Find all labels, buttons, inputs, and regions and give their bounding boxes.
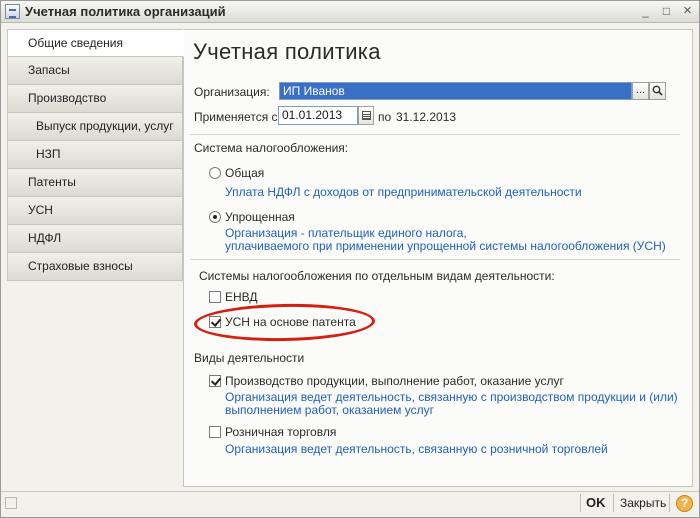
envd-checkbox[interactable] — [209, 291, 221, 303]
organization-label: Организация: — [194, 85, 270, 99]
production-description-1: Организация ведет деятельность, связанну… — [225, 390, 678, 404]
retail-checkbox-label[interactable]: Розничная торговля — [225, 425, 336, 439]
nav-item-wip[interactable]: НЗП — [7, 141, 183, 169]
dialog-window: Учетная политика организаций _ □ × Общие… — [0, 0, 700, 518]
simplified-tax-description-2: уплачиваемого при применении упрощенной … — [225, 239, 666, 253]
radio-general-tax-label[interactable]: Общая — [225, 166, 264, 180]
radio-simplified-tax[interactable] — [209, 211, 221, 223]
nav-item-general[interactable]: Общие сведения — [7, 29, 184, 57]
date-to-value: 31.12.2013 — [396, 110, 457, 124]
help-icon[interactable]: ? — [676, 495, 693, 512]
footer-divider — [580, 494, 581, 512]
close-window-button[interactable]: × — [680, 3, 695, 19]
resize-grip-icon[interactable] — [5, 497, 17, 509]
retail-description: Организация ведет деятельность, связанну… — [225, 442, 608, 456]
maximize-button[interactable]: □ — [659, 4, 674, 19]
ok-button[interactable]: OK — [586, 495, 606, 510]
nav-item-usn[interactable]: УСН — [7, 197, 183, 225]
title-bar[interactable]: Учетная политика организаций _ □ × — [1, 1, 699, 23]
footer-divider — [669, 494, 670, 512]
production-checkbox-label[interactable]: Производство продукции, выполнение работ… — [225, 374, 564, 388]
nav-item-output[interactable]: Выпуск продукции, услуг — [7, 113, 183, 141]
envd-checkbox-label[interactable]: ЕНВД — [225, 290, 258, 304]
general-tax-description: Уплата НДФЛ с доходов от предприниматель… — [225, 185, 582, 199]
organization-field[interactable]: ИП Иванов — [279, 82, 632, 100]
select-organization-button[interactable]: ... — [632, 82, 649, 100]
retail-checkbox[interactable] — [209, 426, 221, 438]
special-systems-label: Системы налогообложения по отдельным вид… — [199, 269, 555, 283]
nav-item-ndfl[interactable]: НДФЛ — [7, 225, 183, 253]
production-description-2: выполнением работ, оказанием услуг — [225, 403, 434, 417]
applies-from-label: Применяется с: — [194, 110, 281, 124]
footer-divider — [613, 494, 614, 512]
page-title: Учетная политика — [193, 39, 381, 64]
activities-label: Виды деятельности — [194, 351, 305, 365]
divider — [190, 134, 680, 135]
radio-general-tax[interactable] — [209, 167, 221, 179]
sidebar-nav: Общие сведения Запасы Производство Выпус… — [7, 29, 184, 281]
tax-system-label: Система налогообложения: — [194, 141, 349, 155]
window-title: Учетная политика организаций — [25, 4, 226, 19]
nav-item-stock[interactable]: Запасы — [7, 57, 183, 85]
minimize-button[interactable]: _ — [638, 4, 653, 19]
date-from-field[interactable]: 01.01.2013 — [278, 106, 358, 125]
radio-simplified-tax-label[interactable]: Упрощенная — [225, 210, 295, 224]
production-checkbox[interactable] — [209, 375, 221, 387]
divider — [190, 259, 680, 260]
nav-item-production[interactable]: Производство — [7, 85, 183, 113]
calendar-icon[interactable] — [358, 106, 374, 125]
search-icon[interactable] — [649, 82, 666, 100]
app-icon — [5, 4, 20, 19]
nav-item-insurance[interactable]: Страховые взносы — [7, 253, 183, 281]
date-to-label: по — [378, 110, 392, 124]
close-button[interactable]: Закрыть — [620, 496, 666, 510]
simplified-tax-description-1: Организация - плательщик единого налога, — [225, 226, 467, 240]
nav-item-patents[interactable]: Патенты — [7, 169, 183, 197]
